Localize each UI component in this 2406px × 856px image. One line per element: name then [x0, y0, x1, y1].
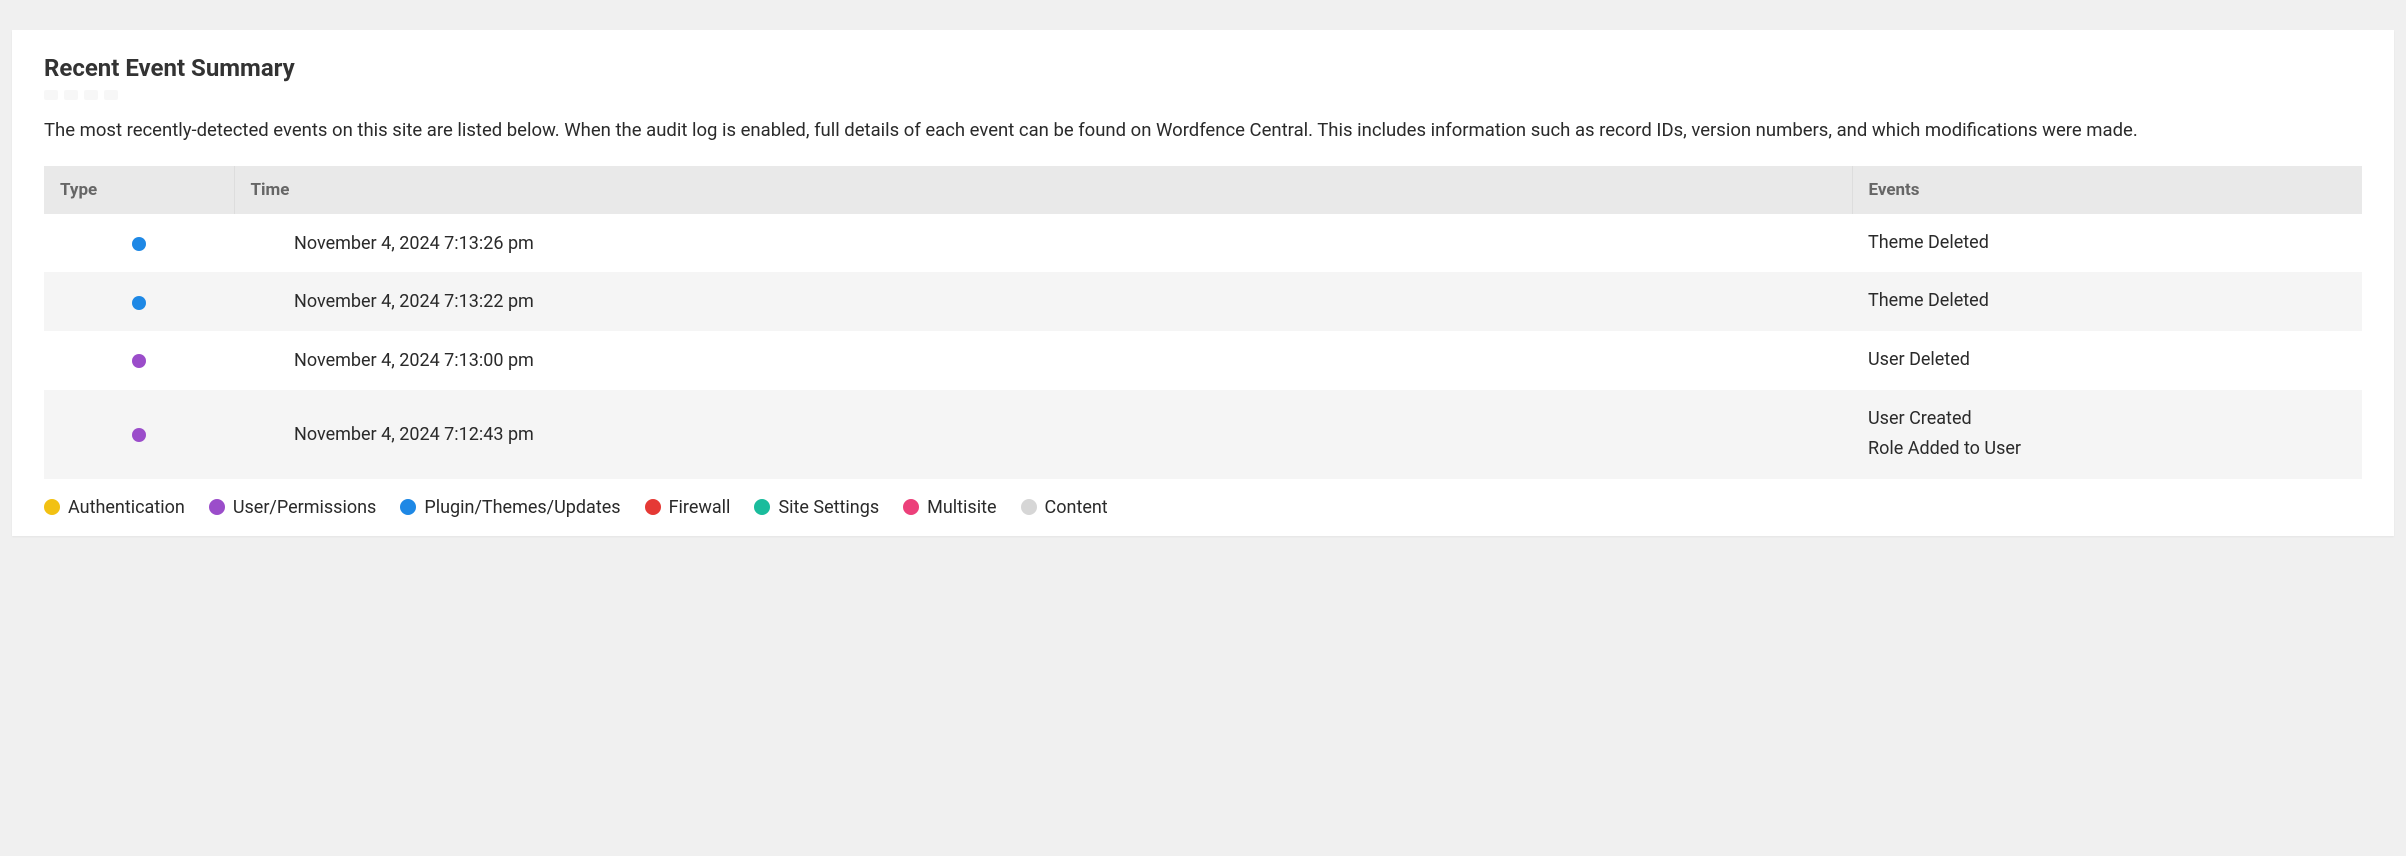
legend-item: Multisite: [903, 497, 996, 518]
column-header-events: Events: [1852, 166, 2362, 214]
legend-dot-icon: [1021, 499, 1037, 515]
legend-dot-icon: [400, 499, 416, 515]
legend-label: Content: [1045, 497, 1108, 518]
table-row: November 4, 2024 7:13:26 pm Theme Deleted: [44, 214, 2362, 273]
events-cell: Theme Deleted: [1852, 214, 2362, 273]
event-label: User Created: [1868, 404, 2346, 435]
legend-dot-icon: [903, 499, 919, 515]
legend-label: Site Settings: [778, 497, 879, 518]
legend-item: Site Settings: [754, 497, 879, 518]
page-description: The most recently-detected events on thi…: [44, 118, 2362, 144]
legend-dot-icon: [754, 499, 770, 515]
event-label: Theme Deleted: [1868, 228, 2346, 259]
legend-label: User/Permissions: [233, 497, 377, 518]
legend-label: Multisite: [927, 497, 996, 518]
events-cell: Theme Deleted: [1852, 272, 2362, 331]
table-row: November 4, 2024 7:12:43 pmUser CreatedR…: [44, 390, 2362, 479]
type-dot-icon: [132, 428, 146, 442]
event-label: Theme Deleted: [1868, 286, 2346, 317]
meta-icon: [104, 90, 118, 100]
title-meta-icons: [44, 90, 2362, 100]
legend-item: Content: [1021, 497, 1108, 518]
event-summary-card: Recent Event Summary The most recently-d…: [12, 30, 2394, 536]
table-row: November 4, 2024 7:13:00 pm User Deleted: [44, 331, 2362, 390]
event-label: User Deleted: [1868, 345, 2346, 376]
events-table: Type Time Events November 4, 2024 7:13:2…: [44, 166, 2362, 479]
meta-icon: [64, 90, 78, 100]
legend-label: Plugin/Themes/Updates: [424, 497, 620, 518]
time-cell: November 4, 2024 7:13:22 pm: [234, 272, 1852, 331]
legend-label: Firewall: [669, 497, 731, 518]
type-dot-icon: [132, 354, 146, 368]
events-cell: User CreatedRole Added to User: [1852, 390, 2362, 479]
meta-icon: [44, 90, 58, 100]
type-cell: [44, 390, 234, 479]
legend-label: Authentication: [68, 497, 185, 518]
legend-dot-icon: [209, 499, 225, 515]
legend-item: Authentication: [44, 497, 185, 518]
table-row: November 4, 2024 7:13:22 pm Theme Deleted: [44, 272, 2362, 331]
legend: Authentication User/Permissions Plugin/The…: [44, 497, 2362, 518]
time-cell: November 4, 2024 7:12:43 pm: [234, 390, 1852, 479]
events-cell: User Deleted: [1852, 331, 2362, 390]
type-cell: [44, 272, 234, 331]
event-label: Role Added to User: [1868, 434, 2346, 465]
legend-dot-icon: [44, 499, 60, 515]
type-dot-icon: [132, 296, 146, 310]
table-header-row: Type Time Events: [44, 166, 2362, 214]
type-cell: [44, 331, 234, 390]
legend-item: Firewall: [645, 497, 731, 518]
column-header-type: Type: [44, 166, 234, 214]
page-title: Recent Event Summary: [44, 54, 2362, 82]
legend-item: Plugin/Themes/Updates: [400, 497, 620, 518]
time-cell: November 4, 2024 7:13:00 pm: [234, 331, 1852, 390]
column-header-time: Time: [234, 166, 1852, 214]
legend-dot-icon: [645, 499, 661, 515]
meta-icon: [84, 90, 98, 100]
time-cell: November 4, 2024 7:13:26 pm: [234, 214, 1852, 273]
legend-item: User/Permissions: [209, 497, 377, 518]
type-dot-icon: [132, 237, 146, 251]
type-cell: [44, 214, 234, 273]
